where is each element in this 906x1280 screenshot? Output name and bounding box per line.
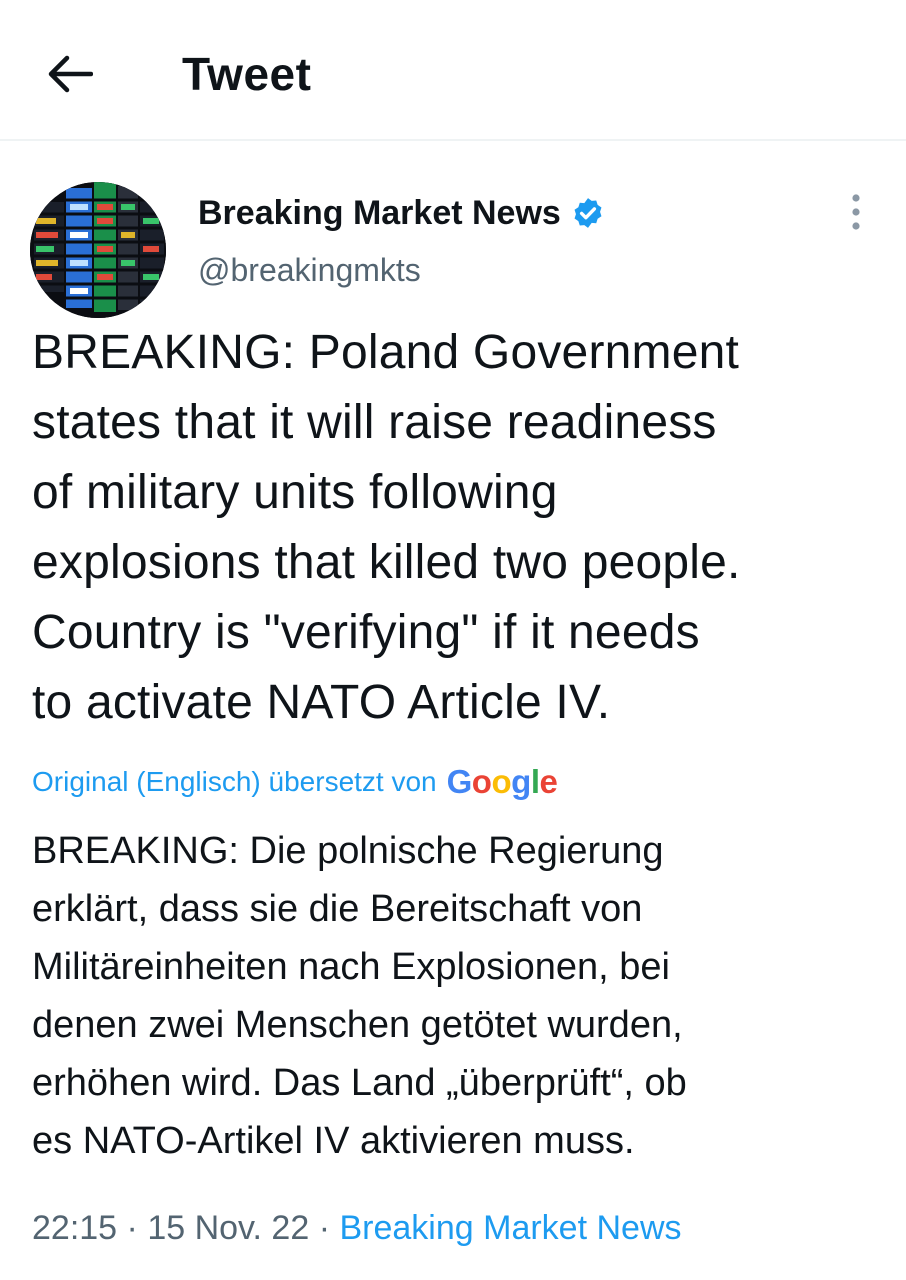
meta-separator: · <box>126 1209 138 1247</box>
author-name[interactable]: Breaking Market News <box>198 192 605 234</box>
top-bar: Tweet <box>0 0 906 141</box>
tweet-text: BREAKING: Poland Government states that … <box>32 326 741 729</box>
translated-text: BREAKING: Die polnische Regierung erklär… <box>32 830 687 1162</box>
author-name-text: Breaking Market News <box>198 194 561 232</box>
page-title: Tweet <box>182 48 312 100</box>
more-options-button[interactable] <box>836 190 876 234</box>
meta-separator: · <box>318 1209 331 1247</box>
back-button[interactable] <box>40 44 100 104</box>
arrow-left-icon <box>48 55 93 93</box>
stock-ticker-board-image <box>30 182 166 318</box>
tweet-time[interactable]: 22:15 <box>32 1209 117 1247</box>
more-vertical-icon <box>852 194 860 230</box>
verified-badge-icon <box>574 198 602 228</box>
author-handle[interactable]: @breakingmkts <box>198 250 421 290</box>
google-logo: Google <box>446 763 558 800</box>
tweet-date[interactable]: 15 Nov. 22 <box>147 1209 309 1247</box>
author-avatar[interactable] <box>30 182 166 318</box>
tweet-source-link[interactable]: Breaking Market News <box>339 1209 681 1247</box>
translation-note: Original (Englisch) übersetzt von <box>32 766 437 797</box>
translation-attribution[interactable]: Original (Englisch) übersetzt von Google <box>32 760 558 804</box>
tweet-meta: 22:15 · 15 Nov. 22 · Breaking Market New… <box>32 1205 682 1251</box>
